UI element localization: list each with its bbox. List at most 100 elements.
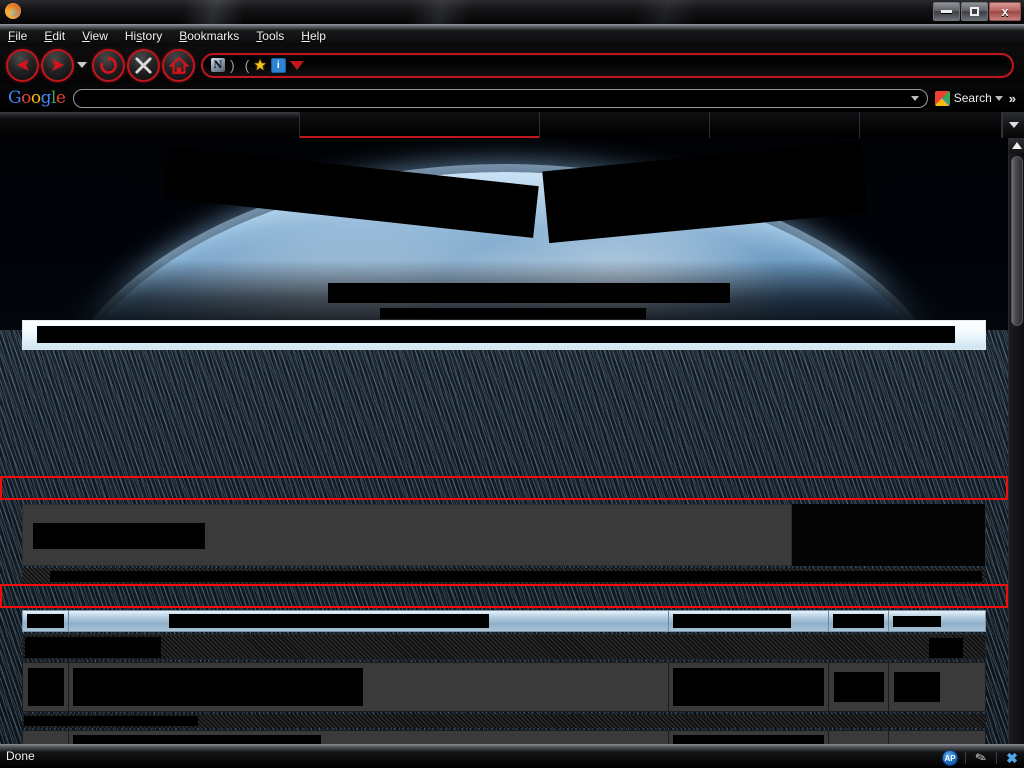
table-header-cell-0[interactable]	[23, 611, 69, 631]
header-redaction	[833, 614, 884, 628]
table-header-cell-1[interactable]	[69, 611, 669, 631]
content-panel	[22, 504, 986, 566]
table-header-row	[22, 610, 986, 632]
minimize-icon	[941, 10, 952, 13]
chevron-up-icon	[1012, 142, 1022, 149]
header-redaction	[893, 615, 941, 627]
url-dropdown-icon[interactable]	[289, 60, 304, 70]
reload-button[interactable]	[92, 48, 125, 82]
hero-subhead-redacted	[380, 308, 646, 319]
table-cell-value	[829, 731, 889, 744]
menu-item-tools[interactable]: Tools	[256, 29, 284, 46]
cell-redaction	[27, 668, 64, 706]
table-row[interactable]	[22, 662, 986, 712]
navigation-toolbar: N ) ( ★ i	[0, 46, 1024, 84]
tab-3[interactable]	[710, 112, 860, 138]
url-trailing-paren: )	[230, 57, 235, 73]
table-row-divider	[22, 714, 986, 728]
search-suggestions-dropdown-icon[interactable]	[910, 95, 919, 101]
results-table	[22, 610, 986, 744]
menu-item-edit[interactable]: Edit	[44, 29, 65, 46]
table-cell-thumb	[23, 663, 69, 711]
tab-list-all-button[interactable]	[1002, 112, 1024, 138]
page-search-band-value	[37, 326, 955, 343]
toolbar-overflow-icon[interactable]: »	[1009, 91, 1016, 106]
cell-redaction	[673, 668, 824, 706]
hero-banner: earth-from-space	[0, 138, 1008, 330]
header-redaction	[673, 614, 791, 628]
search-toolbar: Google Search »	[0, 84, 1024, 112]
highlight-band-top	[0, 476, 1008, 500]
menu-item-history[interactable]: History	[125, 29, 162, 46]
x-addon-icon[interactable]: ✖	[1004, 750, 1020, 766]
status-bar: Done AP ✎ ✖	[0, 744, 1024, 768]
chevron-down-icon	[1008, 122, 1019, 128]
forward-arrow-icon	[51, 59, 64, 71]
reload-icon	[100, 54, 117, 74]
forward-button[interactable]	[41, 48, 74, 82]
menu-item-bookmarks[interactable]: Bookmarks	[179, 29, 239, 46]
highlight-band-bottom	[0, 584, 1008, 608]
table-cell-title[interactable]	[69, 663, 669, 711]
back-arrow-icon	[16, 59, 29, 71]
status-separator	[996, 752, 997, 764]
title-bar: x	[0, 0, 1024, 24]
table-header-cell-3[interactable]	[829, 611, 889, 631]
close-button[interactable]: x	[989, 2, 1021, 21]
back-button[interactable]	[6, 48, 39, 82]
status-separator	[965, 752, 966, 764]
nav-history-dropdown-icon[interactable]	[77, 62, 87, 68]
google-search-engine-icon[interactable]	[934, 90, 950, 106]
table-cell-action[interactable]	[889, 731, 945, 744]
firefox-logo-icon	[5, 3, 21, 19]
status-text: Done	[6, 749, 35, 763]
tab-4[interactable]	[860, 112, 1002, 138]
maximize-button[interactable]	[961, 2, 988, 21]
minimize-button[interactable]	[933, 2, 960, 21]
url-actions-paren: (	[244, 57, 250, 73]
search-engine-dropdown-icon[interactable]	[994, 95, 1003, 101]
menu-item-help[interactable]: Help	[301, 29, 326, 46]
cell-redaction	[73, 668, 363, 706]
bookmark-star-icon[interactable]: ★	[253, 58, 266, 73]
menu-item-view[interactable]: View	[82, 29, 108, 46]
cell-redaction	[673, 735, 824, 744]
header-redaction	[169, 614, 489, 628]
table-cell-meta	[669, 731, 829, 744]
url-bar[interactable]: N ) ( ★ i	[201, 52, 1014, 78]
vertical-scrollbar[interactable]	[1008, 138, 1024, 744]
scroll-up-button[interactable]	[1009, 138, 1024, 153]
stop-button[interactable]	[127, 48, 160, 82]
status-bar-icons: AP ✎ ✖	[942, 748, 1020, 768]
table-header-cell-4[interactable]	[889, 611, 945, 631]
search-input[interactable]	[73, 88, 928, 108]
table-row[interactable]	[22, 730, 986, 744]
identity-info-icon[interactable]: i	[270, 57, 286, 73]
search-engine-label[interactable]: Search	[954, 91, 992, 105]
subheader-badge-redaction	[929, 638, 963, 658]
table-subheader-row	[22, 634, 986, 660]
maximize-icon	[970, 7, 979, 16]
tab-1[interactable]	[300, 112, 540, 138]
pencil-icon[interactable]: ✎	[971, 748, 992, 768]
hero-headline-redacted	[328, 283, 730, 303]
google-logo: Google	[8, 88, 66, 108]
home-button[interactable]	[162, 48, 195, 82]
panel-hatch-strip	[22, 568, 986, 584]
menu-item-file[interactable]: FFileile	[8, 29, 27, 46]
tab-2[interactable]	[540, 112, 710, 138]
home-icon	[168, 56, 189, 74]
cell-redaction	[833, 672, 884, 702]
table-cell-title[interactable]	[69, 731, 669, 744]
close-icon: x	[1001, 4, 1009, 19]
ap-addon-icon[interactable]: AP	[942, 750, 958, 766]
tab-strip	[0, 112, 1024, 138]
page-content: earth-from-space	[0, 138, 1024, 744]
page-search-band[interactable]	[22, 320, 986, 350]
table-header-cell-2[interactable]	[669, 611, 829, 631]
scrollbar-thumb[interactable]	[1011, 156, 1023, 326]
menu-bar: FFileile Edit View History Bookmarks Too…	[0, 24, 1024, 46]
window-controls: x	[933, 2, 1021, 21]
tab-0[interactable]	[0, 112, 300, 138]
table-cell-action[interactable]	[889, 663, 945, 711]
